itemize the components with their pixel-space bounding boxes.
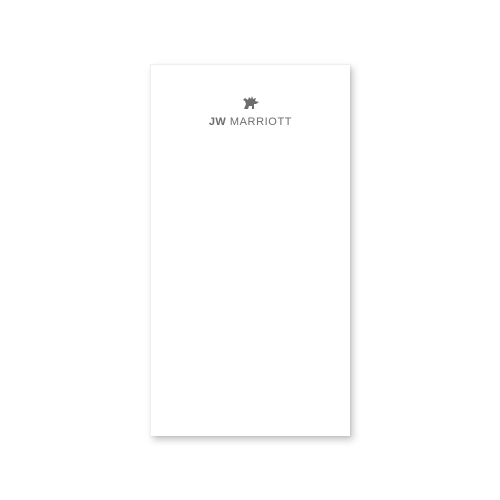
logo-brand-text: MARRIOTT: [229, 116, 293, 128]
hotel-logo: JW MARRIOTT: [151, 95, 350, 130]
notepad-sheet: JW MARRIOTT: [150, 64, 350, 436]
pegasus-emblem-icon: [242, 96, 259, 109]
logo-jw-text: JW: [208, 116, 227, 128]
logo-wordmark: JW MARRIOTT: [209, 116, 292, 128]
product-image: JW MARRIOTT: [0, 0, 500, 500]
